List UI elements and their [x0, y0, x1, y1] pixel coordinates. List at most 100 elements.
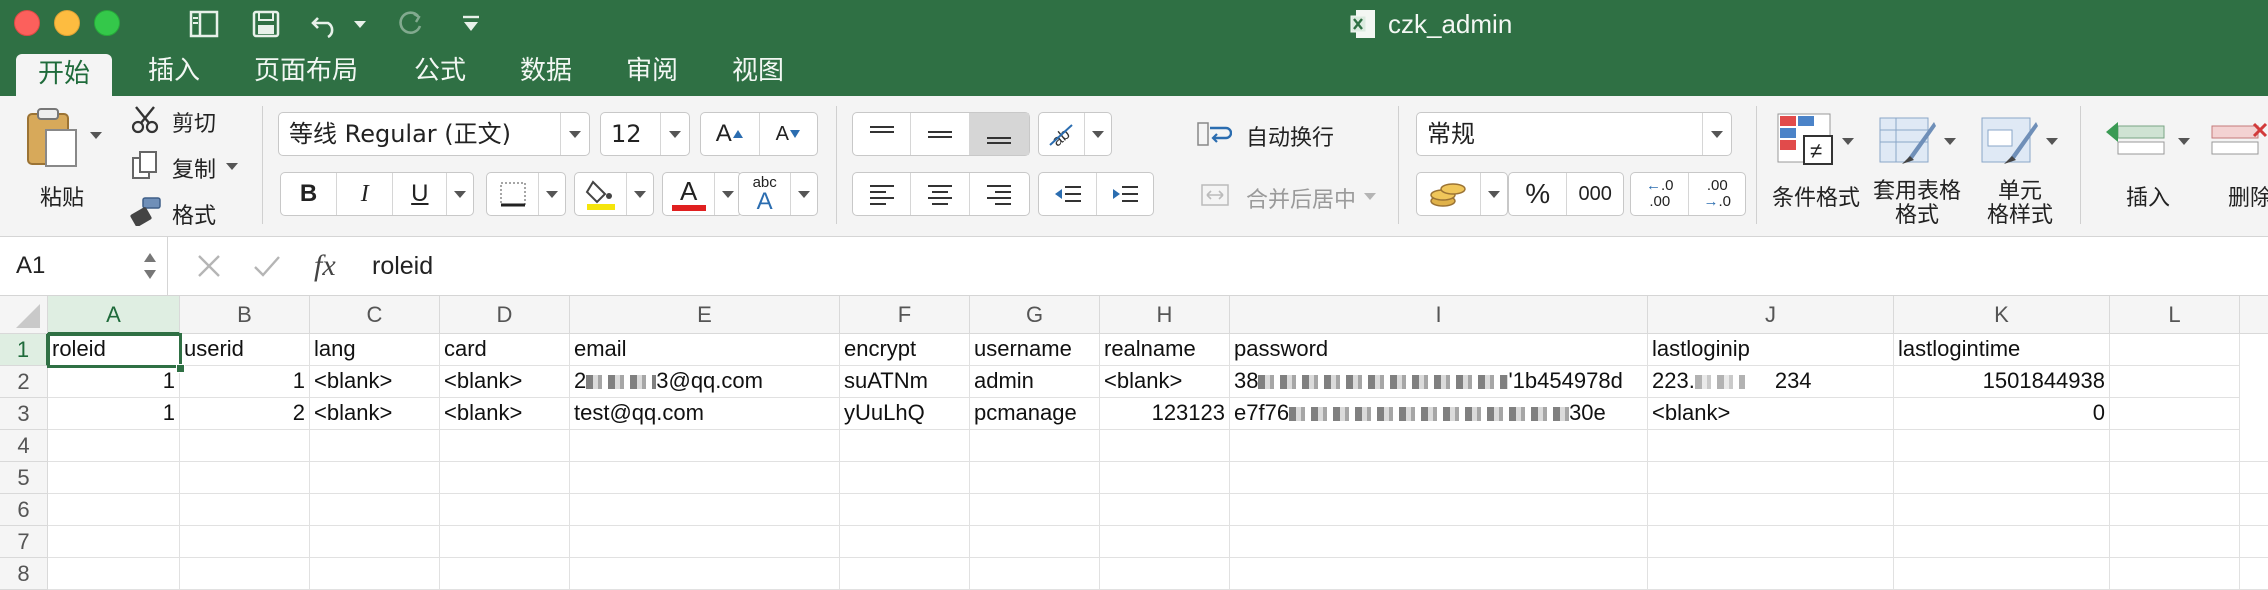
paste-dropdown-icon[interactable]	[90, 132, 102, 139]
row-header-8[interactable]: 8	[0, 558, 48, 590]
cell-a3[interactable]: 1	[48, 398, 180, 430]
cell-b2[interactable]: 1	[180, 366, 310, 398]
table-format-icon[interactable]	[1878, 112, 1938, 173]
align-bottom-icon[interactable]	[969, 113, 1029, 155]
underline-button[interactable]: U	[393, 173, 448, 215]
cell-c1[interactable]: lang	[310, 334, 440, 366]
undo-icon[interactable]	[306, 4, 346, 44]
conditional-format-label[interactable]: 条件格式	[1772, 180, 1860, 212]
close-window-button[interactable]	[14, 10, 40, 36]
row-header-2[interactable]: 2	[0, 366, 48, 398]
cancel-edit-icon[interactable]	[196, 237, 222, 295]
underline-dropdown-icon[interactable]	[447, 173, 473, 215]
select-all-corner[interactable]	[0, 296, 48, 334]
undo-dropdown-icon[interactable]	[350, 4, 370, 44]
delete-cells-icon[interactable]	[2210, 112, 2268, 173]
tab-data[interactable]: 数据	[520, 48, 572, 96]
column-header-g[interactable]: G	[970, 296, 1100, 334]
cell-e3[interactable]: test@qq.com	[570, 398, 840, 430]
column-header-l[interactable]: L	[2110, 296, 2240, 334]
row-header-7[interactable]: 7	[0, 526, 48, 558]
merge-dropdown-icon[interactable]	[1364, 193, 1376, 200]
align-middle-icon[interactable]	[911, 113, 970, 155]
decrease-decimal-icon[interactable]: .00 →.0	[1689, 173, 1745, 215]
formula-input[interactable]: roleid	[372, 237, 433, 295]
row-header-4[interactable]: 4	[0, 430, 48, 462]
column-header-m[interactable]	[2240, 296, 2268, 334]
borders-dropdown-icon[interactable]	[539, 173, 565, 215]
align-center-icon[interactable]	[911, 173, 970, 215]
table-format-label[interactable]: 套用表格 格式	[1872, 180, 1962, 228]
comma-style-button[interactable]: 000	[1567, 173, 1623, 215]
cell-j2[interactable]: 223. 234	[1648, 366, 1894, 398]
cell-g3[interactable]: pcmanage	[970, 398, 1100, 430]
cell-a2[interactable]: 1	[48, 366, 180, 398]
row-header-5[interactable]: 5	[0, 462, 48, 494]
font-size-dropdown-icon[interactable]	[660, 113, 689, 155]
copy-label[interactable]: 复制	[172, 152, 216, 184]
italic-button[interactable]: I	[337, 173, 394, 215]
number-format-select[interactable]: 常规	[1416, 112, 1732, 156]
cell-l1[interactable]	[2110, 334, 2240, 366]
cell-j3[interactable]: <blank>	[1648, 398, 1894, 430]
column-header-j[interactable]: J	[1648, 296, 1894, 334]
tab-review[interactable]: 审阅	[626, 48, 678, 96]
accounting-format-icon[interactable]	[1417, 173, 1482, 215]
row-header-3[interactable]: 3	[0, 398, 48, 430]
empty-rows[interactable]	[48, 430, 2268, 590]
cell-style-icon[interactable]	[1980, 112, 2040, 173]
cell-i2[interactable]: 38 '1b454978d	[1230, 366, 1648, 398]
table-format-dropdown-icon[interactable]	[1944, 138, 1956, 145]
sidebar-toggle-icon[interactable]	[186, 4, 222, 44]
text-orientation-icon[interactable]: ab	[1039, 113, 1086, 155]
paste-label[interactable]: 粘贴	[40, 180, 84, 212]
cell-f3[interactable]: yUuLhQ	[840, 398, 970, 430]
format-painter-icon[interactable]	[130, 196, 162, 231]
cell-d2[interactable]: <blank>	[440, 366, 570, 398]
cell-k3[interactable]: 0	[1894, 398, 2110, 430]
customize-toolbar-icon[interactable]	[456, 4, 486, 44]
cell-style-label[interactable]: 单元 格样式	[1974, 180, 2066, 228]
insert-function-icon[interactable]: fx	[314, 237, 336, 295]
cell-l3[interactable]	[2110, 398, 2240, 430]
borders-icon[interactable]	[487, 173, 540, 215]
cell-b3[interactable]: 2	[180, 398, 310, 430]
wrap-text-label[interactable]: 自动换行	[1246, 120, 1334, 152]
orientation-dropdown-icon[interactable]	[1085, 113, 1111, 155]
column-header-e[interactable]: E	[570, 296, 840, 334]
insert-dropdown-icon[interactable]	[2178, 138, 2190, 145]
phonetic-dropdown-icon[interactable]	[791, 173, 817, 215]
cell-i3[interactable]: e7f76 30e	[1230, 398, 1648, 430]
column-header-f[interactable]: F	[840, 296, 970, 334]
column-header-a[interactable]: A	[48, 296, 180, 334]
insert-cells-icon[interactable]	[2104, 112, 2168, 173]
cell-c3[interactable]: <blank>	[310, 398, 440, 430]
name-box-stepper-icon[interactable]	[143, 251, 157, 281]
cell-g2[interactable]: admin	[970, 366, 1100, 398]
tab-home[interactable]: 开始	[16, 54, 113, 96]
conditional-format-icon[interactable]: ≠	[1776, 112, 1836, 173]
number-format-dropdown-icon[interactable]	[1702, 113, 1731, 155]
maximize-window-button[interactable]	[94, 10, 120, 36]
tab-page-layout[interactable]: 页面布局	[254, 48, 358, 96]
cell-b1[interactable]: userid	[180, 334, 310, 366]
minimize-window-button[interactable]	[54, 10, 80, 36]
cell-k1[interactable]: lastlogintime	[1894, 334, 2110, 366]
merge-center-icon[interactable]	[1200, 182, 1230, 213]
paste-icon[interactable]	[22, 106, 92, 170]
tab-insert[interactable]: 插入	[148, 48, 200, 96]
name-box[interactable]: A1	[0, 237, 168, 295]
cell-f2[interactable]: suATNm	[840, 366, 970, 398]
cut-label[interactable]: 剪切	[172, 106, 216, 138]
cell-k2[interactable]: 1501844938	[1894, 366, 2110, 398]
cell-d3[interactable]: <blank>	[440, 398, 570, 430]
column-header-h[interactable]: H	[1100, 296, 1230, 334]
cell-c2[interactable]: <blank>	[310, 366, 440, 398]
conditional-format-dropdown-icon[interactable]	[1842, 138, 1854, 145]
align-right-icon[interactable]	[970, 173, 1029, 215]
font-name-dropdown-icon[interactable]	[560, 113, 589, 155]
row-header-1[interactable]: 1	[0, 334, 48, 366]
fill-color-icon[interactable]	[575, 173, 628, 215]
cell-e2[interactable]: 2 3@qq.com	[570, 366, 840, 398]
merge-center-label[interactable]: 合并后居中	[1246, 182, 1356, 214]
